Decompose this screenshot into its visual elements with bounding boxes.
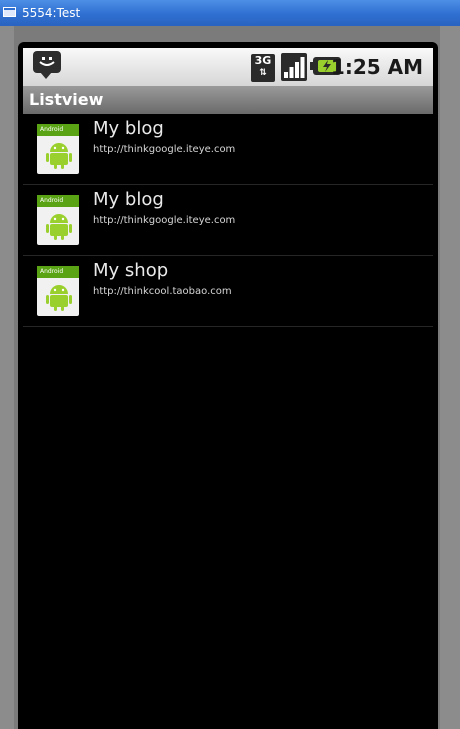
list-item-url: http://thinkgoogle.iteye.com <box>93 144 236 155</box>
app-title: Listview <box>29 90 104 109</box>
status-clock: 1:25 AM <box>330 55 423 79</box>
list-item[interactable]: Android My blog http://thinkgoogle.iteye… <box>23 114 433 185</box>
emulator-left-edge <box>0 26 14 729</box>
window-title: 5554:Test <box>22 6 81 20</box>
list-item-url: http://thinkcool.taobao.com <box>93 286 232 297</box>
window-icon <box>3 7 16 17</box>
list-item[interactable]: Android My shop http://thinkcool.taobao.… <box>23 256 433 327</box>
list-view[interactable]: Android My blog http://thinkgoogle.iteye… <box>23 114 433 327</box>
android-thumbnail-icon: Android <box>37 195 79 245</box>
android-thumbnail-icon: Android <box>37 124 79 174</box>
thumbnail-label: Android <box>37 124 79 136</box>
thumbnail-label: Android <box>37 266 79 278</box>
list-item-url: http://thinkgoogle.iteye.com <box>93 215 236 226</box>
device-screen: 3G ⇅ 1:25 AM Listview Android My blog ht… <box>18 42 438 729</box>
android-thumbnail-icon: Android <box>37 266 79 316</box>
list-item-title: My shop <box>93 260 169 281</box>
signal-strength-icon <box>281 53 307 81</box>
message-icon[interactable] <box>33 51 61 79</box>
app-title-bar: Listview <box>23 86 433 114</box>
thumbnail-label: Android <box>37 195 79 207</box>
list-item-title: My blog <box>93 118 164 139</box>
emulator-right-edge <box>440 26 460 729</box>
status-bar[interactable]: 3G ⇅ 1:25 AM <box>23 48 433 86</box>
list-item[interactable]: Android My blog http://thinkgoogle.iteye… <box>23 185 433 256</box>
list-item-title: My blog <box>93 189 164 210</box>
3g-data-icon: 3G ⇅ <box>251 54 275 82</box>
window-titlebar[interactable]: 5554:Test <box>0 0 460 26</box>
network-type-label: 3G <box>254 54 272 67</box>
